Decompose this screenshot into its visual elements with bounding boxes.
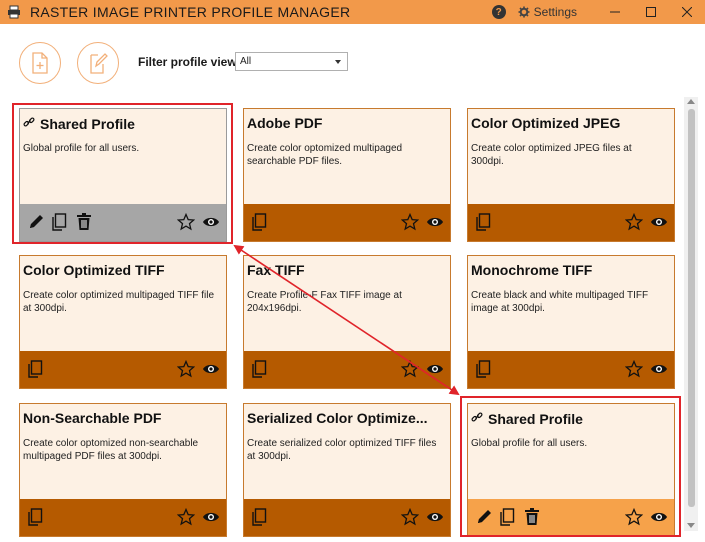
- copy-icon[interactable]: [27, 508, 43, 531]
- filter-dropdown[interactable]: All: [235, 52, 348, 71]
- star-icon[interactable]: [176, 359, 196, 383]
- card-description: Create color optomized multipaged search…: [247, 143, 403, 167]
- eye-icon[interactable]: [650, 362, 668, 381]
- scroll-thumb[interactable]: [688, 109, 695, 507]
- close-icon: [682, 7, 692, 17]
- chevron-down-icon: [335, 60, 341, 64]
- help-icon[interactable]: ?: [491, 5, 506, 19]
- eye-icon[interactable]: [426, 510, 444, 529]
- eye-icon[interactable]: [202, 510, 220, 529]
- title-bar: RASTER IMAGE PRINTER PROFILE MANAGER ? S…: [0, 0, 705, 24]
- star-icon[interactable]: [624, 212, 644, 236]
- card-action-bar: [468, 351, 674, 388]
- copy-icon[interactable]: [27, 360, 43, 383]
- card-title: Color Optimized JPEG: [471, 115, 621, 131]
- eye-icon[interactable]: [426, 215, 444, 234]
- card-title-row: Color Optimized TIFF: [23, 262, 223, 278]
- eye-icon[interactable]: [650, 215, 668, 234]
- vertical-scrollbar[interactable]: [684, 97, 698, 531]
- star-icon[interactable]: [176, 507, 196, 531]
- card-action-bar: [244, 204, 450, 241]
- card-action-bar: [244, 499, 450, 536]
- printer-app-icon: [8, 5, 20, 19]
- annotation-box-source: [12, 103, 233, 244]
- eye-icon[interactable]: [202, 362, 220, 381]
- card-title: Monochrome TIFF: [471, 262, 593, 278]
- card-title-row: Adobe PDF: [247, 115, 447, 131]
- profile-card[interactable]: Serialized Color Optimize... Create seria…: [243, 403, 451, 537]
- card-title-row: Non-Searchable PDF: [23, 410, 223, 426]
- profile-card[interactable]: Adobe PDF Create color optomized multipag…: [243, 108, 451, 242]
- card-description: Create black and white multipaged TIFF i…: [471, 290, 649, 314]
- edit-document-icon: [90, 53, 108, 74]
- card-title-row: Serialized Color Optimize...: [247, 410, 447, 426]
- profile-card[interactable]: Non-Searchable PDF Create color optomized…: [19, 403, 227, 537]
- annotation-box-target: [460, 396, 681, 537]
- profile-card[interactable]: Color Optimized TIFF Create color optimiz…: [19, 255, 227, 389]
- card-description: Create color optimized multipaged TIFF f…: [23, 290, 215, 314]
- card-action-bar: [244, 351, 450, 388]
- profile-card[interactable]: Color Optimized JPEG Create color optimiz…: [467, 108, 675, 242]
- card-description: Create Profile-F Fax TIFF image at 204x1…: [247, 290, 402, 314]
- star-icon[interactable]: [400, 507, 420, 531]
- gear-icon: [518, 6, 530, 18]
- star-icon[interactable]: [624, 359, 644, 383]
- minimize-icon: [610, 11, 620, 13]
- maximize-button[interactable]: [633, 0, 669, 24]
- card-action-bar: [468, 204, 674, 241]
- copy-icon[interactable]: [475, 360, 491, 383]
- card-title: Adobe PDF: [247, 115, 323, 131]
- card-description: Create serialized color optimized TIFF f…: [247, 438, 437, 462]
- maximize-icon: [646, 7, 656, 17]
- card-title-row: Color Optimized JPEG: [471, 115, 671, 131]
- card-description: Create color optimized JPEG files at 300…: [471, 143, 632, 167]
- copy-icon[interactable]: [475, 213, 491, 236]
- copy-icon[interactable]: [251, 360, 267, 383]
- scroll-down-arrow-icon[interactable]: [687, 523, 695, 528]
- card-title: Color Optimized TIFF: [23, 262, 165, 278]
- edit-profile-button[interactable]: [77, 42, 119, 84]
- filter-selected-value: All: [240, 56, 252, 67]
- settings-label: Settings: [533, 5, 577, 19]
- minimize-button[interactable]: [597, 0, 633, 24]
- copy-icon[interactable]: [251, 213, 267, 236]
- card-title: Serialized Color Optimize...: [247, 410, 428, 426]
- card-title: Fax TIFF: [247, 262, 305, 278]
- filter-label: Filter profile views: [138, 55, 244, 69]
- scroll-up-arrow-icon[interactable]: [687, 99, 695, 104]
- star-icon[interactable]: [400, 212, 420, 236]
- star-icon[interactable]: [400, 359, 420, 383]
- profile-card[interactable]: Monochrome TIFF Create black and white mu…: [467, 255, 675, 389]
- window-title: RASTER IMAGE PRINTER PROFILE MANAGER: [30, 4, 351, 20]
- card-title: Non-Searchable PDF: [23, 410, 162, 426]
- profile-card[interactable]: Fax TIFF Create Profile-F Fax TIFF image …: [243, 255, 451, 389]
- new-document-icon: [32, 52, 48, 74]
- close-button[interactable]: [669, 0, 705, 24]
- card-description: Create color optomized non-searchable mu…: [23, 438, 199, 462]
- card-title-row: Monochrome TIFF: [471, 262, 671, 278]
- eye-icon[interactable]: [426, 362, 444, 381]
- card-title-row: Fax TIFF: [247, 262, 447, 278]
- card-action-bar: [20, 499, 226, 536]
- card-action-bar: [20, 351, 226, 388]
- new-profile-button[interactable]: [19, 42, 61, 84]
- copy-icon[interactable]: [251, 508, 267, 531]
- settings-button[interactable]: Settings: [518, 5, 577, 19]
